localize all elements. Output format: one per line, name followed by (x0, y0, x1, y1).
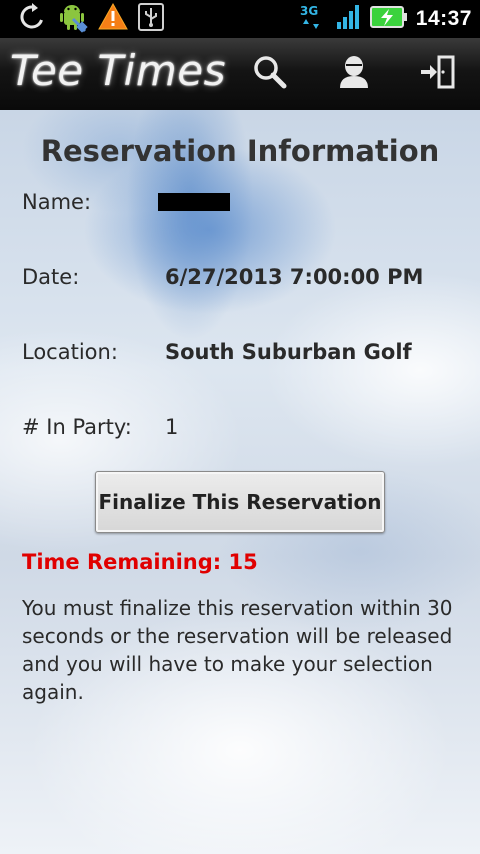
signal-icon (336, 4, 362, 35)
date-value: 6/27/2013 7:00:00 PM (165, 265, 424, 289)
search-button[interactable] (246, 50, 294, 98)
usb-icon (138, 2, 164, 36)
party-size-label: # In Party: (22, 415, 132, 439)
status-bar: 3G 14:37 (0, 0, 480, 38)
name-label: Name: (22, 190, 92, 214)
finalize-notice: You must finalize this reservation withi… (22, 596, 453, 704)
name-value-redacted (158, 193, 230, 211)
warning-icon (98, 2, 128, 36)
account-button[interactable] (330, 50, 378, 98)
logout-icon (419, 54, 457, 95)
android-debug-icon (56, 1, 88, 38)
battery-charging-icon (369, 5, 408, 34)
action-bar: Tee Times (0, 38, 480, 111)
page-title: Reservation Information (40, 134, 440, 168)
location-value: South Suburban Golf (165, 340, 412, 364)
sync-icon (18, 2, 46, 36)
search-icon (252, 54, 288, 95)
logout-button[interactable] (414, 50, 462, 98)
status-clock: 14:37 (415, 7, 472, 30)
time-remaining: Time Remaining: 15 (22, 550, 258, 574)
app-title: Tee Times (10, 46, 226, 95)
date-label: Date: (22, 265, 80, 289)
location-label: Location: (22, 340, 118, 364)
reservation-content: Reservation Information Name: Date: 6/27… (0, 110, 480, 854)
party-size-value: 1 (165, 415, 179, 439)
svg-text:3G: 3G (300, 4, 318, 18)
finalize-reservation-button[interactable]: Finalize This Reservation (95, 471, 385, 533)
account-icon (337, 54, 371, 95)
network-type-indicator: 3G (298, 3, 328, 36)
